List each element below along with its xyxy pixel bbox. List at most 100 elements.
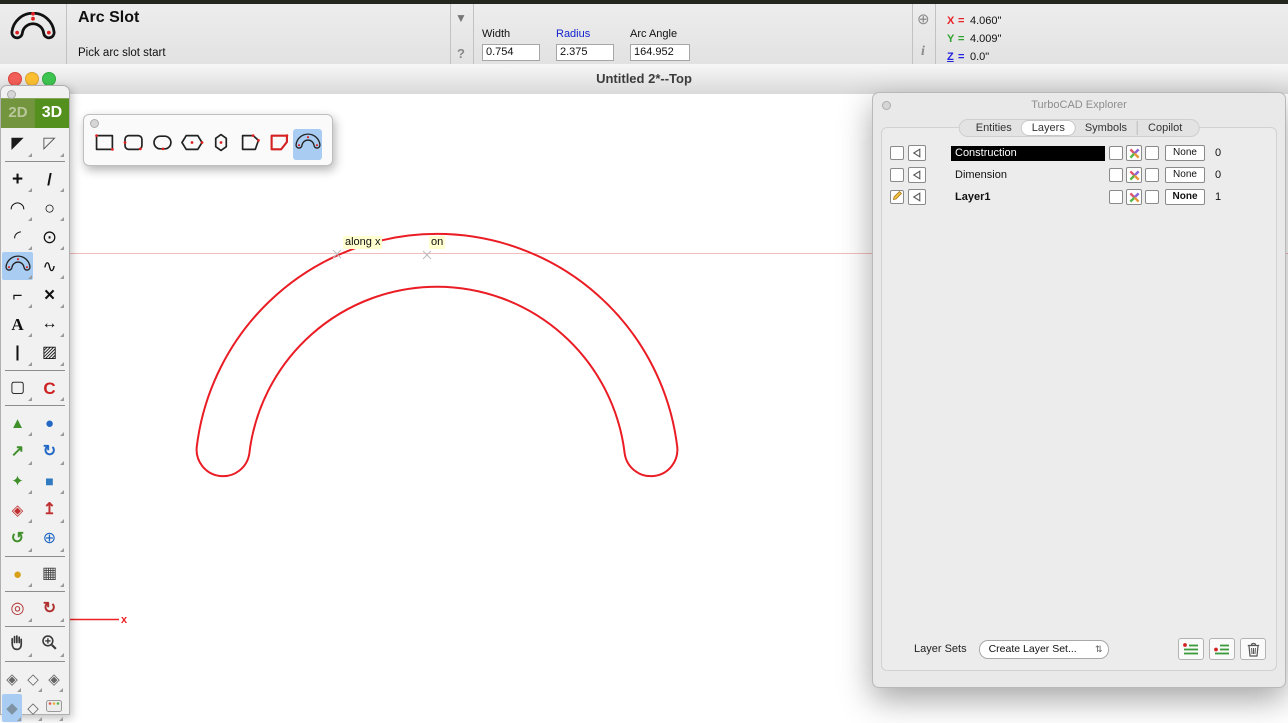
arc-slot-tool-button[interactable]: [293, 129, 322, 160]
layer-row[interactable]: Dimension None 0: [888, 164, 1270, 186]
help-icon[interactable]: ?: [457, 46, 465, 61]
crosshair-icon[interactable]: ⊕: [917, 10, 930, 28]
tab-2d[interactable]: 2D: [1, 99, 35, 128]
document-titlebar[interactable]: Untitled 2*--Top: [0, 64, 1288, 95]
walkthrough-camera-button[interactable]: ↻: [34, 595, 65, 623]
tab-layers[interactable]: Layers: [1022, 121, 1075, 135]
ellipse-tool-button[interactable]: ⊙: [34, 223, 65, 251]
tab-entities[interactable]: Entities: [966, 121, 1022, 135]
shapes-toolbar-close-icon[interactable]: [90, 119, 99, 128]
box-3d-button[interactable]: ■: [34, 467, 65, 495]
palette-header[interactable]: [1, 86, 69, 98]
layer-lock-checkbox[interactable]: [1109, 168, 1123, 182]
segment-tool-button[interactable]: |: [2, 339, 33, 367]
rounded-rectangle-tool-button[interactable]: [119, 129, 148, 160]
layer-stack-button[interactable]: ◈: [2, 496, 33, 524]
layer-name[interactable]: Layer1: [951, 190, 1105, 205]
render-material-button[interactable]: ●: [2, 560, 33, 588]
revolve-button[interactable]: ↺: [2, 525, 33, 553]
layer-print-checkbox[interactable]: [1145, 168, 1159, 182]
move-3d-button[interactable]: ↗: [2, 438, 33, 466]
fillet-tool-button[interactable]: ⌐: [2, 281, 33, 309]
irregular-polygon-tool-button[interactable]: [235, 129, 264, 160]
layer-color-icon[interactable]: [1126, 145, 1142, 161]
layer-edit-checkbox[interactable]: [890, 146, 904, 160]
layer-material-button[interactable]: None: [1165, 145, 1205, 161]
layer-lock-checkbox[interactable]: [1109, 190, 1123, 204]
layer-visibility-icon[interactable]: [908, 145, 926, 161]
cube-view-button[interactable]: ◇: [23, 665, 43, 693]
layer-name[interactable]: Construction: [951, 146, 1105, 161]
layer-material-button[interactable]: None: [1165, 189, 1205, 205]
layer-visibility-icon[interactable]: [908, 189, 926, 205]
layer-name[interactable]: Dimension: [951, 168, 1105, 183]
stadium-tool-icon: [151, 133, 175, 157]
layer-row[interactable]: Layer1 None 1: [888, 186, 1270, 208]
freehand-polygon-tool-button[interactable]: [264, 129, 293, 160]
tab-copilot[interactable]: Copilot: [1138, 121, 1192, 135]
copy-tool-button[interactable]: ▢: [2, 374, 33, 402]
sphere-3d-button[interactable]: ●: [34, 409, 65, 437]
layer-visibility-icon[interactable]: [908, 167, 926, 183]
select-cursor-button[interactable]: ◤: [2, 130, 33, 158]
parameter-input[interactable]: 0.754: [482, 44, 540, 61]
layer-set-dropdown[interactable]: Create Layer Set... ⇅: [979, 640, 1109, 659]
zoom-window-button[interactable]: [42, 72, 56, 86]
layer-print-checkbox[interactable]: [1145, 146, 1159, 160]
layer-material-button[interactable]: None: [1165, 167, 1205, 183]
rectangle-tool-button[interactable]: [90, 129, 119, 160]
lights-panel-button[interactable]: ▦: [34, 560, 65, 588]
extrude-button[interactable]: ↥: [34, 496, 65, 524]
intersect-tool-button[interactable]: ×: [34, 281, 65, 309]
new-layer-set-button[interactable]: [1178, 638, 1204, 660]
hatch-tool-button[interactable]: ▨: [34, 339, 65, 367]
delete-layer-set-button[interactable]: [1240, 638, 1266, 660]
text-tool-button[interactable]: A: [2, 310, 33, 338]
palette-close-icon[interactable]: [7, 90, 16, 99]
layer-edit-checkbox[interactable]: [890, 168, 904, 182]
close-window-button[interactable]: [8, 72, 22, 86]
rotate-3d-button[interactable]: ↻: [34, 438, 65, 466]
chevron-down-icon[interactable]: ▼: [455, 11, 467, 25]
parameter-input[interactable]: 2.375: [556, 44, 614, 61]
layer-color-icon[interactable]: [1126, 189, 1142, 205]
shaded-view-button[interactable]: ◆: [2, 694, 22, 722]
magnet-tool-button[interactable]: C: [34, 374, 65, 402]
add-cylinder-button[interactable]: ⊕: [34, 525, 65, 553]
wire-view-button[interactable]: ◇: [23, 694, 43, 722]
zoom-in-button[interactable]: [34, 630, 65, 658]
parameter-input[interactable]: 164.952: [630, 44, 690, 61]
arc-tool-button[interactable]: ◠: [2, 194, 33, 222]
hexagon-wide-tool-button[interactable]: [177, 129, 206, 160]
minimize-window-button[interactable]: [25, 72, 39, 86]
layer-color-icon[interactable]: [1126, 167, 1142, 183]
info-icon[interactable]: i: [921, 44, 925, 60]
layer-print-checkbox[interactable]: [1145, 190, 1159, 204]
add-to-layer-set-button[interactable]: [1209, 638, 1235, 660]
select-open-cursor-button[interactable]: ◸: [34, 130, 65, 158]
line-tool-button[interactable]: /: [34, 165, 65, 193]
pan-hand-button[interactable]: [2, 630, 33, 658]
spline-tool-button[interactable]: ∿: [34, 252, 65, 280]
plant-3d-button[interactable]: ✦: [2, 467, 33, 495]
arc-slot-tool-button[interactable]: [2, 252, 33, 280]
layer-lock-checkbox[interactable]: [1109, 146, 1123, 160]
iso-view-button[interactable]: ◈: [2, 665, 22, 693]
camera-tripod-button[interactable]: ◎: [2, 595, 33, 623]
curve-tool-button[interactable]: ◜: [2, 223, 33, 251]
axis-letter: Y: [947, 33, 958, 45]
dimension-tool-button[interactable]: ↔: [34, 310, 65, 338]
layer-row[interactable]: Construction None 0: [888, 142, 1270, 164]
tab-3d[interactable]: 3D: [35, 99, 69, 128]
stadium-tool-button[interactable]: [148, 129, 177, 160]
explorer-tabs: Entities Layers Symbols Copilot: [959, 119, 1200, 137]
axon-view-button[interactable]: ◈: [44, 665, 64, 693]
hexagon-tool-button[interactable]: [206, 129, 235, 160]
point-tool-button[interactable]: +: [2, 165, 33, 193]
layer-edit-checkbox[interactable]: [890, 190, 904, 204]
mini-palette-button[interactable]: [44, 694, 64, 722]
tab-symbols[interactable]: Symbols: [1075, 121, 1138, 135]
circle-tool-button[interactable]: ○: [34, 194, 65, 222]
palette-divider: [5, 370, 65, 371]
pyramid-3d-button[interactable]: ▲: [2, 409, 33, 437]
